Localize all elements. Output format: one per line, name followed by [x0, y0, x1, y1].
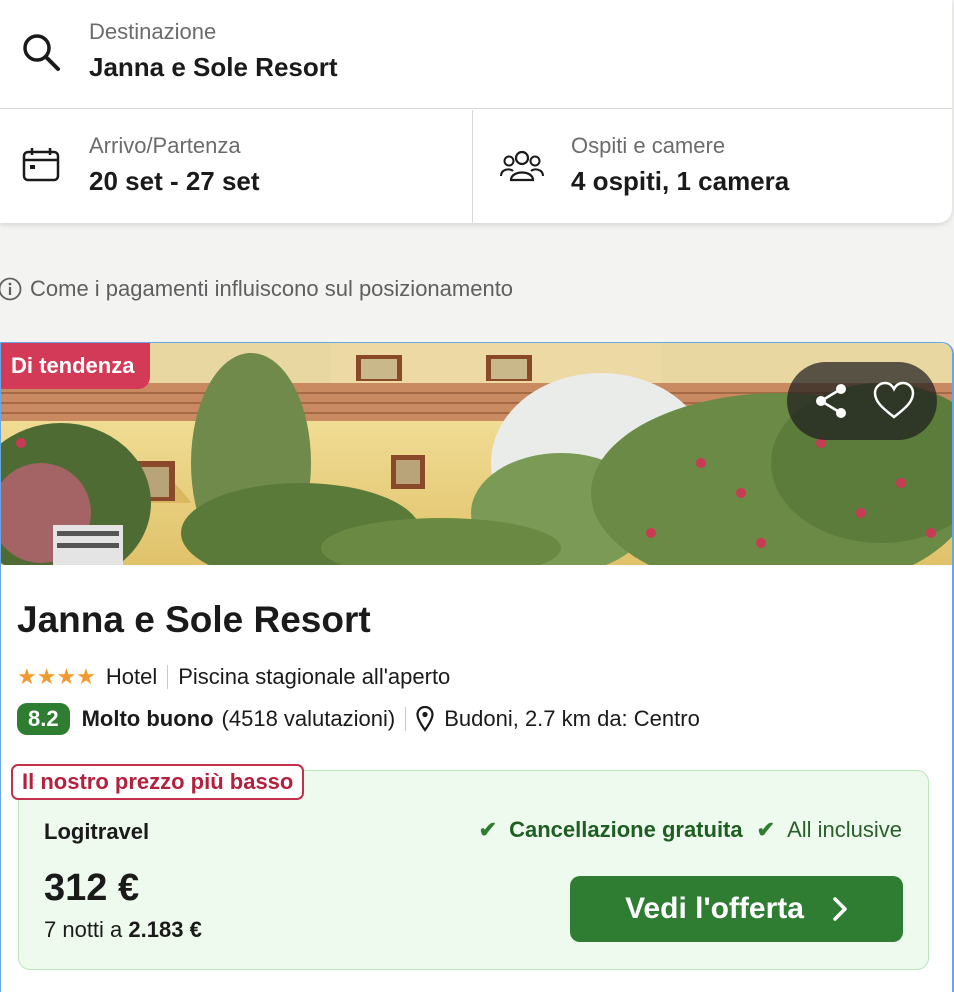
all-inclusive: All inclusive — [787, 817, 902, 842]
search-panel: Destinazione Janna e Sole Resort Arrivo/… — [0, 0, 952, 223]
guests-label: Ospiti e camere — [571, 133, 726, 158]
chevron-right-icon — [833, 897, 847, 921]
total-value: 2.183 € — [128, 917, 202, 942]
heart-icon — [873, 381, 914, 419]
calendar-icon — [22, 148, 60, 182]
photo-actions — [787, 362, 937, 440]
view-offer-label: Vedi l'offerta — [625, 892, 804, 925]
dates-field[interactable]: Arrivo/Partenza 20 set - 27 set — [0, 110, 473, 223]
destination-label: Destinazione — [89, 19, 217, 44]
share-button[interactable] — [805, 375, 857, 427]
location-pin-icon — [416, 706, 434, 732]
star-rating-icon: ★★★★ — [17, 664, 96, 689]
hotel-name[interactable]: Janna e Sole Resort — [17, 599, 371, 641]
total-price: 7 notti a 2.183 € — [44, 917, 202, 943]
share-icon — [815, 384, 846, 418]
guests-field[interactable]: Ospiti e camere 4 ospiti, 1 camera — [474, 110, 952, 223]
favorite-button[interactable] — [868, 375, 920, 427]
score-badge: 8.2 — [17, 703, 70, 735]
free-cancellation: Cancellazione gratuita — [509, 817, 743, 842]
lowest-price-tag: Il nostro prezzo più basso — [11, 764, 305, 800]
divider — [405, 707, 407, 731]
dates-label: Arrivo/Partenza — [89, 133, 241, 158]
review-count[interactable]: (4518 valutazioni) — [222, 706, 396, 732]
payment-info-text: Come i pagamenti influiscono sul posizio… — [30, 276, 514, 301]
hotel-card[interactable]: Di tendenza Janna e Sole Resort ★★★★ Hot… — [0, 342, 954, 992]
trending-badge: Di tendenza — [1, 343, 151, 389]
score-word: Molto buono — [81, 706, 214, 731]
hotel-location[interactable]: Budoni, 2.7 km da: Centro — [444, 706, 700, 732]
check-icon: ✔ — [478, 817, 498, 842]
dates-value: 20 set - 27 set — [89, 166, 260, 196]
destination-value: Janna e Sole Resort — [89, 52, 338, 82]
guests-value: 4 ospiti, 1 camera — [571, 166, 790, 196]
provider-name: Logitravel — [44, 819, 150, 844]
deal-box[interactable]: Logitravel ✔ Cancellazione gratuita ✔ Al… — [18, 770, 929, 970]
search-icon — [23, 34, 60, 71]
payment-ranking-info[interactable]: Come i pagamenti influiscono sul posizio… — [0, 274, 513, 304]
divider — [167, 665, 169, 689]
info-icon — [0, 277, 22, 301]
destination-field[interactable]: Destinazione Janna e Sole Resort — [0, 0, 952, 109]
price-per-night: 312 € — [44, 867, 140, 909]
hotel-type: Hotel — [105, 664, 158, 689]
total-prefix: 7 notti a — [44, 917, 123, 942]
deal-perks: ✔ Cancellazione gratuita ✔ All inclusive — [479, 817, 902, 843]
hotel-rating-row: 8.2 Molto buono (4518 valutazioni) Budon… — [17, 703, 700, 735]
check-icon: ✔ — [756, 817, 776, 842]
hotel-amenity: Piscina stagionale all'aperto — [178, 664, 451, 689]
hotel-photo[interactable]: Di tendenza — [1, 343, 952, 565]
view-offer-button[interactable]: Vedi l'offerta — [570, 876, 903, 942]
hotel-meta-row: ★★★★ Hotel Piscina stagionale all'aperto — [17, 664, 450, 690]
people-icon — [500, 150, 544, 182]
